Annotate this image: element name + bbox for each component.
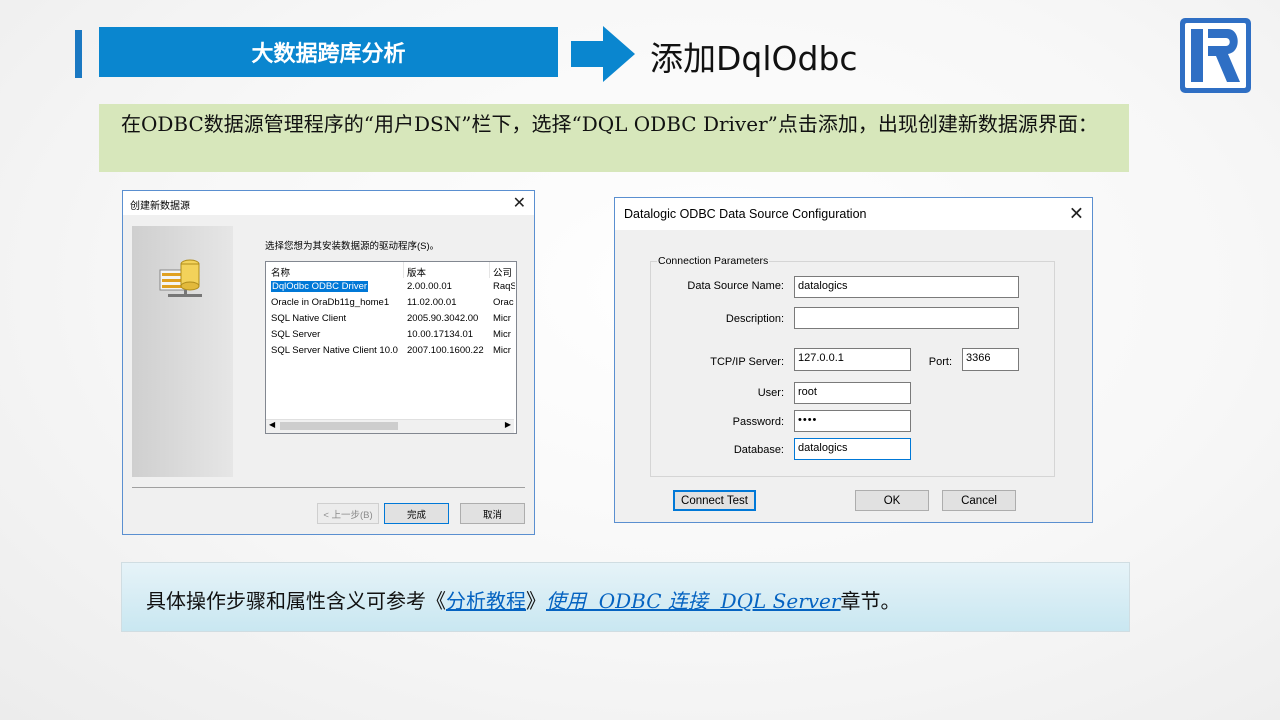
column-header-name[interactable]: 名称 bbox=[271, 265, 290, 279]
driver-row[interactable]: Oracle in OraDb11g_home1 11.02.00.01 Ora… bbox=[266, 295, 516, 311]
driver-version: 2.00.00.01 bbox=[407, 281, 452, 292]
section-title: 大数据跨库分析 bbox=[251, 42, 406, 67]
driver-company: Micr bbox=[493, 313, 511, 324]
driver-name: SQL Server bbox=[271, 329, 321, 340]
odbc-chapter-link[interactable]: 使用 ODBC 连接 DQL Server bbox=[546, 589, 840, 613]
database-label: Database: bbox=[733, 444, 784, 456]
dialog-title: Datalogic ODBC Data Source Configuration bbox=[624, 207, 867, 221]
connection-group-label: Connection Parameters bbox=[657, 255, 770, 267]
driver-company: Micr bbox=[493, 345, 511, 356]
instruction-box: 在ODBC数据源管理程序的“用户DSN”栏下，选择“DQL ODBC Drive… bbox=[99, 104, 1129, 172]
description-label: Description: bbox=[725, 313, 784, 325]
driver-name: SQL Native Client bbox=[271, 313, 347, 324]
logo-icon bbox=[1180, 18, 1251, 93]
driver-version: 10.00.17134.01 bbox=[407, 329, 474, 340]
note-middle: 》 bbox=[526, 589, 546, 613]
password-field[interactable]: •••• bbox=[794, 410, 911, 432]
note-suffix: 章节。 bbox=[840, 589, 901, 613]
driver-prompt: 选择您想为其安装数据源的驱动程序(S)。 bbox=[265, 241, 440, 252]
driver-version: 11.02.00.01 bbox=[407, 297, 457, 308]
user-field[interactable]: root bbox=[794, 382, 911, 404]
close-icon[interactable]: ✕ bbox=[513, 193, 526, 213]
port-field[interactable]: 3366 bbox=[962, 348, 1019, 371]
port-label: Port: bbox=[928, 356, 952, 368]
section-banner: 大数据跨库分析 bbox=[99, 27, 558, 77]
dsn-field[interactable]: datalogics bbox=[794, 276, 1019, 298]
dialog-titlebar: Datalogic ODBC Data Source Configuration… bbox=[615, 198, 1092, 230]
database-setup-icon bbox=[159, 259, 202, 297]
database-field[interactable]: datalogics bbox=[794, 438, 911, 460]
dsn-label: Data Source Name: bbox=[687, 280, 784, 292]
wizard-image-panel bbox=[132, 226, 233, 477]
tutorial-link[interactable]: 分析教程 bbox=[446, 589, 526, 613]
driver-company: Micr bbox=[493, 329, 511, 340]
dialog-titlebar: 创建新数据源 ✕ bbox=[123, 191, 534, 215]
odbc-config-dialog: Datalogic ODBC Data Source Configuration… bbox=[614, 197, 1093, 523]
dialog-title: 创建新数据源 bbox=[130, 201, 190, 212]
column-header-company[interactable]: 公司 bbox=[493, 265, 512, 279]
ok-button[interactable]: OK bbox=[855, 490, 929, 511]
description-field[interactable] bbox=[794, 307, 1019, 329]
driver-row[interactable]: SQL Server 10.00.17134.01 Micr bbox=[266, 327, 516, 343]
reference-note: 具体操作步骤和属性含义可参考《分析教程》使用 ODBC 连接 DQL Serve… bbox=[121, 562, 1130, 632]
driver-version: 2007.100.1600.22 bbox=[407, 345, 484, 356]
tcpip-field[interactable]: 127.0.0.1 bbox=[794, 348, 911, 371]
note-prefix: 具体操作步骤和属性含义可参考《 bbox=[146, 589, 446, 613]
driver-name: SQL Server Native Client 10.0 bbox=[271, 345, 398, 356]
driver-row[interactable]: SQL Server Native Client 10.0 2007.100.1… bbox=[266, 343, 516, 359]
accent-bar bbox=[75, 30, 82, 78]
tcpip-label: TCP/IP Server: bbox=[710, 356, 784, 368]
slide-title: 添加DqlOdbc bbox=[650, 39, 858, 78]
cancel-button[interactable]: Cancel bbox=[942, 490, 1016, 511]
driver-list[interactable]: 名称 版本 公司 DqlOdbc ODBC Driver 2.00.00.01 … bbox=[265, 261, 517, 434]
scroll-left-icon[interactable]: ◀ bbox=[269, 420, 275, 429]
driver-row[interactable]: DqlOdbc ODBC Driver 2.00.00.01 RaqS bbox=[266, 279, 516, 295]
user-label: User: bbox=[757, 387, 784, 399]
scroll-right-icon[interactable]: ▶ bbox=[505, 420, 511, 429]
driver-name: Oracle in OraDb11g_home1 bbox=[271, 297, 390, 308]
finish-button[interactable]: 完成 bbox=[384, 503, 449, 524]
close-icon[interactable]: ✕ bbox=[1069, 204, 1084, 225]
driver-company: RaqS bbox=[493, 281, 515, 292]
divider bbox=[132, 487, 525, 488]
instruction-text: 在ODBC数据源管理程序的“用户DSN”栏下，选择“DQL ODBC Drive… bbox=[121, 112, 1098, 136]
scrollbar-thumb[interactable] bbox=[280, 422, 398, 430]
connect-test-button[interactable]: Connect Test bbox=[673, 490, 756, 511]
column-header-version[interactable]: 版本 bbox=[407, 265, 426, 279]
driver-row[interactable]: SQL Native Client 2005.90.3042.00 Micr bbox=[266, 311, 516, 327]
create-datasource-dialog: 创建新数据源 ✕ 选择您想为其安装数据源的驱动程序(S)。 名称 版本 公司 D… bbox=[122, 190, 535, 535]
back-button[interactable]: < 上一步(B) bbox=[317, 503, 379, 524]
driver-company: Orac bbox=[493, 297, 514, 308]
cancel-button[interactable]: 取消 bbox=[460, 503, 525, 524]
password-label: Password: bbox=[732, 416, 784, 428]
driver-name: DqlOdbc ODBC Driver bbox=[271, 281, 369, 292]
driver-version: 2005.90.3042.00 bbox=[407, 313, 479, 324]
list-header: 名称 版本 公司 bbox=[266, 262, 516, 279]
arrow-right-icon bbox=[571, 26, 635, 82]
horizontal-scrollbar[interactable]: ◀ ▶ bbox=[266, 419, 514, 433]
